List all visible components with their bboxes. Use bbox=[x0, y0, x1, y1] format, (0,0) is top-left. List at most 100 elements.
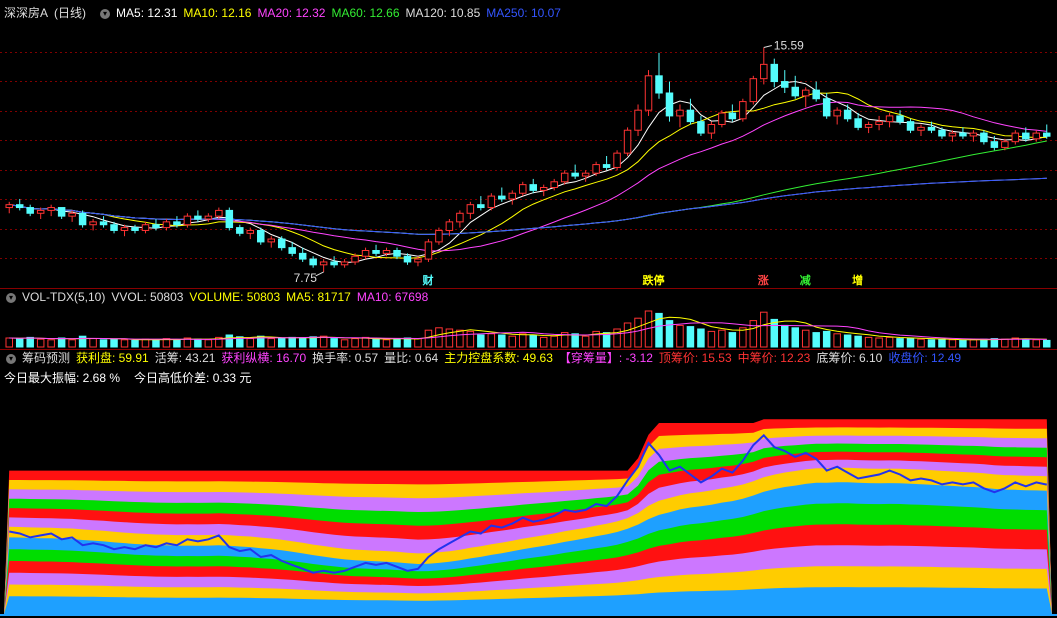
volume-bar bbox=[47, 339, 55, 348]
candle-body bbox=[801, 89, 810, 97]
volume-bar bbox=[5, 337, 13, 348]
candle-body bbox=[969, 132, 978, 137]
chip-legend-item-5: 量比: 0.64 bbox=[384, 351, 439, 365]
candle-body bbox=[487, 195, 496, 209]
volume-bar bbox=[1001, 338, 1009, 348]
volume-bar bbox=[68, 339, 76, 348]
ma-legend-item-2: MA20: 12.32 bbox=[257, 6, 326, 20]
candle-body bbox=[204, 215, 213, 220]
chip-legend-item-8: 顶筹价: 15.53 bbox=[658, 351, 732, 365]
candle-body bbox=[89, 221, 97, 226]
volume-bar bbox=[99, 339, 108, 348]
candle-body bbox=[791, 86, 799, 97]
ma-line-5 bbox=[9, 80, 1047, 264]
volume-bar bbox=[131, 339, 139, 348]
candle-body bbox=[372, 250, 380, 254]
volume-chart bbox=[5, 310, 1051, 348]
candle-body bbox=[403, 255, 412, 263]
amplitude-label: 今日最大振幅: 2.68 % bbox=[4, 371, 121, 385]
candle-body bbox=[739, 101, 747, 120]
volume-bar bbox=[120, 339, 129, 348]
volume-bar bbox=[445, 328, 454, 348]
volume-bar bbox=[728, 332, 737, 348]
volume-bar bbox=[760, 311, 768, 348]
volume-bar bbox=[697, 328, 705, 348]
chip-legend-item-4: 换手率: 0.57 bbox=[312, 351, 379, 365]
ma-legend-item-4: MA120: 10.85 bbox=[405, 6, 481, 20]
candle-body bbox=[959, 132, 967, 137]
candle-body bbox=[382, 250, 391, 254]
candle-body bbox=[613, 152, 621, 168]
volume-bar bbox=[372, 338, 380, 348]
candle-body bbox=[183, 215, 192, 226]
settings-circle-icon[interactable]: ▾ bbox=[100, 8, 111, 19]
candle-body bbox=[623, 129, 632, 154]
chip-legend-bar: ▾ 筹码预测 获利盘: 59.91 活筹: 43.21 获利纵横: 16.70 换手率: … bbox=[4, 350, 973, 366]
chip-legend: 筹码预测 获利盘: 59.91 活筹: 43.21 获利纵横: 16.70 换手率: 0… bbox=[22, 351, 967, 365]
volume-bar bbox=[173, 339, 181, 348]
volume-bar bbox=[508, 335, 517, 348]
event-label[interactable]: 跌停 bbox=[643, 272, 665, 288]
volume-bar bbox=[822, 330, 831, 348]
event-label[interactable]: 减 bbox=[800, 272, 811, 288]
volume-settings-circle-icon[interactable]: ▾ bbox=[6, 292, 16, 303]
volume-bar bbox=[959, 339, 967, 348]
chip-legend-item-7: 【穿筹量】: -3.12 bbox=[558, 351, 653, 365]
ma-legend-item-0: MA5: 12.31 bbox=[116, 6, 178, 20]
high-marker-line bbox=[763, 44, 772, 48]
candle-body bbox=[361, 250, 370, 257]
candle-body bbox=[393, 250, 401, 257]
candle-body bbox=[896, 115, 904, 123]
volume-bar bbox=[917, 338, 925, 348]
candle-body bbox=[728, 112, 737, 120]
candle-body bbox=[477, 204, 485, 209]
candle-body bbox=[655, 75, 663, 94]
candle-body bbox=[173, 221, 181, 226]
chip-legend-item-11: 收盘价: 12.49 bbox=[888, 351, 962, 365]
ma-legend-item-3: MA60: 12.66 bbox=[331, 6, 400, 20]
volume-bar bbox=[414, 338, 422, 348]
volume-bar bbox=[519, 333, 527, 348]
volume-bar bbox=[26, 336, 34, 348]
volume-bar bbox=[57, 337, 66, 348]
chip-settings-circle-icon[interactable]: ▾ bbox=[6, 353, 16, 364]
event-label[interactable]: 增 bbox=[852, 272, 863, 288]
candle-body bbox=[445, 221, 454, 231]
candle-body bbox=[980, 132, 988, 143]
volume-bar bbox=[1022, 338, 1030, 348]
volume-bar bbox=[686, 326, 695, 348]
candle-body bbox=[267, 238, 275, 243]
candle-body bbox=[1022, 132, 1030, 140]
candle-body bbox=[686, 109, 695, 123]
volume-bar bbox=[403, 337, 412, 348]
volume-bar bbox=[969, 339, 978, 348]
volume-bar bbox=[477, 334, 485, 348]
candle-body bbox=[854, 118, 862, 128]
candle-body bbox=[277, 238, 286, 249]
price-chart: 15.59 7.75 bbox=[0, 38, 1057, 285]
candle-body bbox=[927, 126, 936, 131]
candle-body bbox=[141, 224, 150, 231]
chip-legend-item-2: 活筹: 43.21 bbox=[154, 351, 216, 365]
volume-bar bbox=[906, 337, 915, 348]
candle-body bbox=[131, 227, 139, 231]
volume-legend-bar: ▾ VOL-TDX(5,10) VVOL: 50803 VOLUME: 50803 MA… bbox=[4, 289, 440, 305]
candle-body bbox=[288, 247, 296, 254]
candle-body bbox=[57, 207, 66, 217]
candle-body bbox=[225, 209, 234, 229]
volume-bar bbox=[225, 334, 234, 348]
volume-bar bbox=[298, 337, 307, 348]
event-label[interactable]: 涨 bbox=[758, 272, 769, 288]
candle-body bbox=[435, 229, 443, 243]
candle-body bbox=[906, 121, 915, 131]
volume-bar bbox=[456, 329, 464, 348]
candle-body bbox=[456, 212, 464, 223]
candle-body bbox=[340, 261, 349, 266]
candle-body bbox=[47, 207, 55, 211]
candle-body bbox=[875, 121, 883, 125]
chip-legend-item-6: 主力控盘系数: 49.63 bbox=[444, 351, 553, 365]
volume-bar bbox=[980, 338, 988, 348]
event-label[interactable]: 财 bbox=[422, 272, 433, 288]
chip-legend-item-10: 底筹价: 6.10 bbox=[816, 351, 883, 365]
volume-bar bbox=[550, 335, 558, 348]
